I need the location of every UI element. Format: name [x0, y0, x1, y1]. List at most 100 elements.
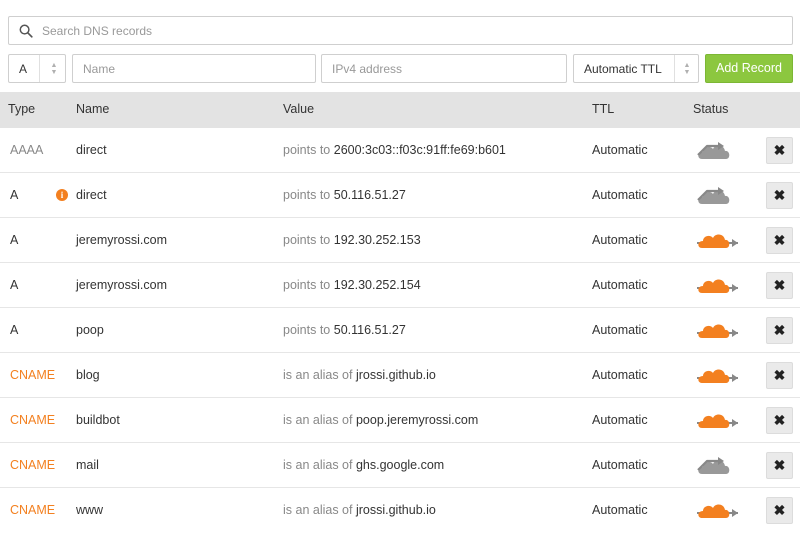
- record-value-prefix: is an alias of: [283, 368, 353, 382]
- delete-record-button[interactable]: ✖: [766, 182, 793, 209]
- delete-record-button[interactable]: ✖: [766, 497, 793, 524]
- record-ttl[interactable]: Automatic: [592, 323, 648, 337]
- record-type: A: [10, 278, 19, 292]
- select-divider: [674, 55, 675, 82]
- ttl-select-value: Automatic TTL: [584, 62, 662, 76]
- proxied-cloud-icon[interactable]: [694, 408, 740, 432]
- record-value-target: ghs.google.com: [355, 458, 445, 472]
- record-name[interactable]: poop: [76, 323, 104, 337]
- record-name[interactable]: www: [76, 503, 103, 517]
- record-value-target: 50.116.51.27: [333, 188, 406, 202]
- delete-record-button[interactable]: ✖: [766, 272, 793, 299]
- record-value[interactable]: points to 192.30.252.153: [283, 233, 421, 247]
- delete-record-button[interactable]: ✖: [766, 362, 793, 389]
- table-row[interactable]: CNAME buildbot is an alias of poop.jeremyr…: [0, 398, 800, 443]
- info-icon[interactable]: i: [56, 189, 68, 201]
- record-value-target: poop.jeremyrossi.com: [355, 413, 479, 427]
- record-name[interactable]: jeremyrossi.com: [76, 233, 167, 247]
- table-row[interactable]: Ajeremyrossi.com points to 192.30.252.154…: [0, 263, 800, 308]
- column-header-status: Status: [693, 102, 729, 116]
- record-value-target: jrossi.github.io: [355, 368, 436, 382]
- dns-only-cloud-icon[interactable]: [694, 138, 740, 162]
- record-value[interactable]: points to 50.116.51.27: [283, 323, 406, 337]
- table-row[interactable]: Apoop points to 50.116.51.27 Automatic ✖: [0, 308, 800, 353]
- record-type: CNAME: [10, 368, 56, 382]
- record-type-value: A: [19, 62, 28, 76]
- record-type: CNAME: [10, 458, 56, 472]
- dns-records-table: AAAA direct points to 2600:3c03::f03c:91ff…: [0, 128, 800, 533]
- delete-record-button[interactable]: ✖: [766, 227, 793, 254]
- record-value-input[interactable]: [321, 54, 567, 83]
- search-input[interactable]: [42, 23, 742, 38]
- record-ttl[interactable]: Automatic: [592, 413, 648, 427]
- record-value-target: 192.30.252.154: [333, 278, 421, 292]
- proxied-cloud-icon[interactable]: [694, 228, 740, 252]
- record-value[interactable]: is an alias of poop.jeremyrossi.com: [283, 413, 478, 427]
- select-divider: [39, 55, 40, 82]
- table-row[interactable]: CNAME www is an alias of jrossi.github.io A…: [0, 488, 800, 533]
- proxied-cloud-icon[interactable]: [694, 273, 740, 297]
- proxied-cloud-icon[interactable]: [694, 363, 740, 387]
- search-bar[interactable]: [8, 16, 793, 45]
- record-value-prefix: points to: [283, 233, 331, 247]
- record-type: CNAME: [10, 503, 56, 517]
- record-name[interactable]: direct: [76, 188, 107, 202]
- record-value-prefix: is an alias of: [283, 413, 353, 427]
- record-type: A: [10, 323, 19, 337]
- record-ttl[interactable]: Automatic: [592, 278, 648, 292]
- record-value-prefix: points to: [283, 323, 331, 337]
- add-record-button[interactable]: Add Record: [705, 54, 793, 83]
- record-name[interactable]: mail: [76, 458, 99, 472]
- column-header-name: Name: [76, 102, 110, 116]
- table-row[interactable]: CNAME mail is an alias of ghs.google.com Au…: [0, 443, 800, 488]
- delete-record-button[interactable]: ✖: [766, 317, 793, 344]
- table-row[interactable]: Ajeremyrossi.com points to 192.30.252.153…: [0, 218, 800, 263]
- proxied-cloud-icon[interactable]: [694, 498, 740, 522]
- record-ttl[interactable]: Automatic: [592, 503, 648, 517]
- record-name[interactable]: jeremyrossi.com: [76, 278, 167, 292]
- table-row[interactable]: AAAA direct points to 2600:3c03::f03c:91ff…: [0, 128, 800, 173]
- proxied-cloud-icon[interactable]: [694, 318, 740, 342]
- record-value[interactable]: points to 2600:3c03::f03c:91ff:fe69:b601: [283, 143, 506, 157]
- search-icon: [19, 24, 33, 38]
- delete-record-button[interactable]: ✖: [766, 407, 793, 434]
- record-ttl[interactable]: Automatic: [592, 143, 648, 157]
- record-value[interactable]: points to 50.116.51.27: [283, 188, 406, 202]
- column-header-ttl: TTL: [592, 102, 615, 116]
- record-name[interactable]: buildbot: [76, 413, 120, 427]
- select-arrows-icon: ▲ ▼: [683, 62, 691, 76]
- record-value-prefix: is an alias of: [283, 458, 353, 472]
- record-value[interactable]: is an alias of jrossi.github.io: [283, 503, 436, 517]
- column-header-type: Type: [8, 102, 36, 116]
- table-header: Type Name Value TTL Status: [0, 92, 800, 128]
- add-record-form: A ▲▼ Automatic TTL ▲▼ Add Record: [0, 54, 800, 84]
- record-name[interactable]: direct: [76, 143, 107, 157]
- record-value-prefix: points to: [283, 188, 331, 202]
- record-value-target: 192.30.252.153: [333, 233, 421, 247]
- record-value[interactable]: is an alias of ghs.google.com: [283, 458, 444, 472]
- dns-only-cloud-icon[interactable]: [694, 453, 740, 477]
- record-value-target: 50.116.51.27: [333, 323, 406, 337]
- record-ttl[interactable]: Automatic: [592, 458, 648, 472]
- record-type: AAAA: [10, 143, 44, 157]
- record-type: A: [10, 233, 19, 247]
- record-type-select[interactable]: A ▲ ▼: [8, 54, 66, 83]
- delete-record-button[interactable]: ✖: [766, 452, 793, 479]
- record-value-target: jrossi.github.io: [355, 503, 436, 517]
- record-ttl[interactable]: Automatic: [592, 368, 648, 382]
- record-value[interactable]: points to 192.30.252.154: [283, 278, 421, 292]
- delete-record-button[interactable]: ✖: [766, 137, 793, 164]
- dns-only-cloud-icon[interactable]: [694, 183, 740, 207]
- ttl-select[interactable]: Automatic TTL ▲ ▼: [573, 54, 699, 83]
- record-ttl[interactable]: Automatic: [592, 233, 648, 247]
- record-ttl[interactable]: Automatic: [592, 188, 648, 202]
- column-header-value: Value: [283, 102, 315, 116]
- record-value[interactable]: is an alias of jrossi.github.io: [283, 368, 436, 382]
- record-name[interactable]: blog: [76, 368, 100, 382]
- record-name-input[interactable]: [72, 54, 316, 83]
- record-value-prefix: points to: [283, 278, 331, 292]
- record-type: A: [10, 188, 19, 202]
- table-row[interactable]: Ai direct points to 50.116.51.27 Automatic ✖: [0, 173, 800, 218]
- record-value-prefix: is an alias of: [283, 503, 353, 517]
- table-row[interactable]: CNAME blog is an alias of jrossi.github.io…: [0, 353, 800, 398]
